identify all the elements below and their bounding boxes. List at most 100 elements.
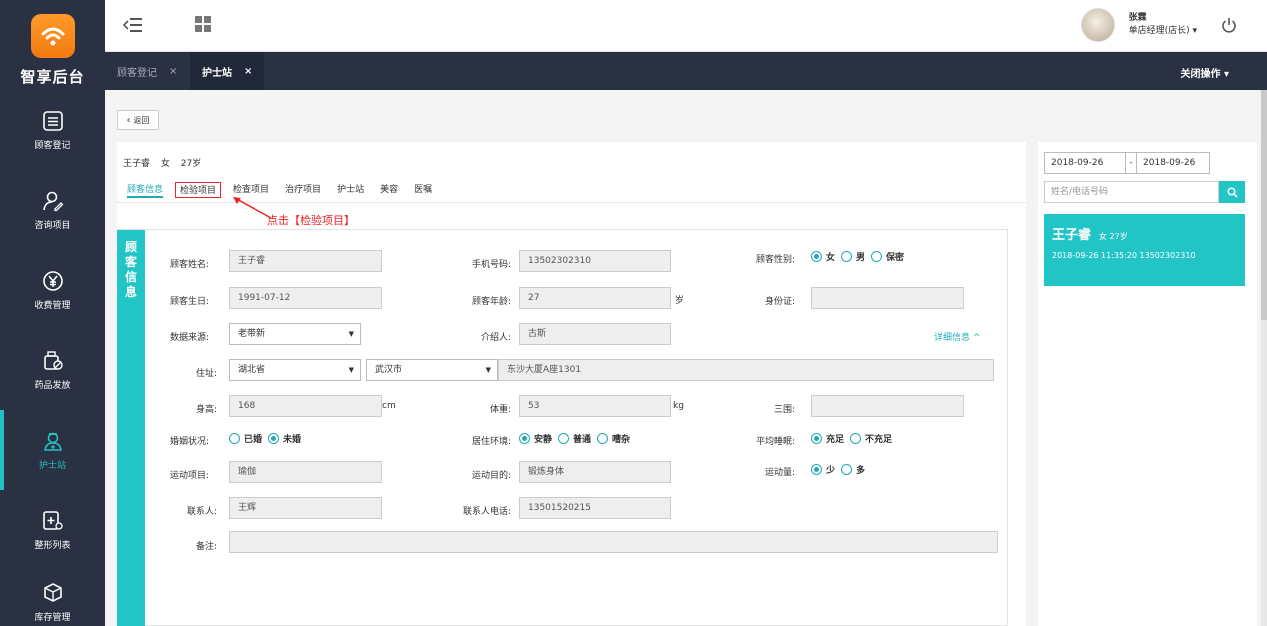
close-icon[interactable]: × bbox=[244, 66, 252, 77]
tab-nurse-station[interactable]: 护士站 × bbox=[190, 52, 265, 90]
annotation-text: 点击【检验项目】 bbox=[267, 214, 355, 227]
patient-panel: 王子睿 女 27岁 顾客信息 检验项目 检查项目 治疗项目 护士站 美容 医嘱 … bbox=[117, 142, 1026, 626]
tab-customer-info[interactable]: 顾客信息 bbox=[127, 182, 164, 198]
close-operations-dropdown[interactable]: 关闭操作 ▾ bbox=[1180, 65, 1229, 80]
customer-info-form: 顾客信息 顾客姓名: 王子睿 手机号码: 13502302310 顾客性别: 女… bbox=[117, 229, 1008, 626]
collapse-menu-icon[interactable] bbox=[122, 16, 143, 37]
user-name: 张霖 bbox=[1128, 13, 1147, 23]
close-icon[interactable]: × bbox=[169, 66, 177, 77]
tab-bar: 顾客登记 × 护士站 × 关闭操作 ▾ bbox=[105, 52, 1267, 90]
env-noisy-radio[interactable]: 嘈杂 bbox=[597, 432, 630, 445]
purpose-input[interactable]: 锻炼身体 bbox=[519, 461, 671, 483]
logo: 智享后台 bbox=[0, 0, 105, 90]
sidebar-item-nurse-station[interactable]: 护士站 bbox=[0, 410, 105, 490]
box-icon bbox=[43, 583, 62, 602]
patient-card[interactable]: 王子睿女 27岁 2018-09-26 11:35:20 13502302310 bbox=[1044, 214, 1245, 286]
tab-beauty[interactable]: 美容 bbox=[380, 182, 398, 198]
user-menu[interactable]: 张霖 单店经理(店长) ▾ bbox=[1080, 8, 1197, 42]
source-select[interactable]: 老带新 ▼ bbox=[229, 323, 361, 345]
search-input[interactable]: 姓名/电话号码 bbox=[1044, 181, 1219, 203]
note-label: 备注: bbox=[195, 542, 217, 552]
age-input[interactable]: 27 bbox=[519, 287, 671, 309]
tab-customer-register[interactable]: 顾客登记 × bbox=[117, 52, 177, 90]
birthday-input[interactable]: 1991-07-12 bbox=[229, 287, 382, 309]
sidebar-item-consult[interactable]: 咨询项目 bbox=[0, 170, 105, 250]
name-input[interactable]: 王子睿 bbox=[229, 250, 382, 272]
height-input[interactable]: 168 bbox=[229, 395, 382, 417]
sleep-enough-radio[interactable]: 充足 bbox=[811, 432, 844, 445]
height-unit: cm bbox=[382, 401, 396, 411]
gender-secret-radio[interactable]: 保密 bbox=[871, 250, 904, 263]
address-input[interactable]: 东沙大厦A座1301 bbox=[498, 359, 994, 381]
search-button[interactable] bbox=[1219, 181, 1245, 203]
gender-male-radio[interactable]: 男 bbox=[841, 250, 865, 263]
province-select[interactable]: 湖北省 ▼ bbox=[229, 359, 361, 381]
note-input[interactable] bbox=[229, 531, 998, 553]
weight-unit: kg bbox=[673, 401, 684, 411]
name-label: 顾客姓名: bbox=[169, 260, 209, 270]
measurements-input[interactable] bbox=[811, 395, 964, 417]
gender-female-radio[interactable]: 女 bbox=[811, 250, 835, 263]
phone-input[interactable]: 13502302310 bbox=[519, 250, 671, 272]
date-separator: - bbox=[1126, 152, 1136, 174]
sidebar-item-billing[interactable]: 收费管理 bbox=[0, 250, 105, 330]
marital-label: 婚姻状况: bbox=[169, 437, 209, 447]
contact-phone-label: 联系人电话: bbox=[462, 507, 511, 517]
user-edit-icon bbox=[42, 191, 63, 211]
gender-label: 顾客性别: bbox=[755, 255, 795, 265]
sidebar-item-label: 收费管理 bbox=[34, 300, 71, 311]
city-select[interactable]: 武汉市 ▼ bbox=[366, 359, 498, 381]
sidebar-item-cosmetic-list[interactable]: 整形列表 bbox=[0, 490, 105, 570]
married-radio[interactable]: 已婚 bbox=[229, 432, 262, 445]
list-icon bbox=[42, 110, 63, 131]
grid-icon[interactable] bbox=[195, 16, 211, 35]
tab-nurse-station[interactable]: 护士站 bbox=[337, 182, 364, 198]
sidebar-item-customer-register[interactable]: 顾客登记 bbox=[0, 90, 105, 170]
search-icon bbox=[1226, 186, 1238, 198]
sidebar-item-label: 库存管理 bbox=[34, 613, 71, 623]
power-icon[interactable] bbox=[1221, 17, 1237, 37]
tab-lab-tests[interactable]: 检验项目 bbox=[175, 182, 222, 198]
user-role: 单店经理(店长) ▾ bbox=[1128, 26, 1197, 36]
sleep-not-enough-radio[interactable]: 不充足 bbox=[850, 432, 892, 445]
content-area: ‹ 返回 王子睿 女 27岁 顾客信息 检验项目 检查项目 治疗项目 护士站 美… bbox=[105, 90, 1267, 626]
patient-name: 王子睿 bbox=[123, 159, 151, 169]
environment-label: 居住环境: bbox=[471, 437, 511, 447]
exercise-amount-radio-group: 少 多 bbox=[811, 463, 871, 476]
unmarried-radio[interactable]: 未婚 bbox=[268, 432, 301, 445]
contact-input[interactable]: 王辉 bbox=[229, 497, 382, 519]
tab-label: 护士站 bbox=[202, 67, 232, 79]
amount-high-radio[interactable]: 多 bbox=[841, 463, 865, 476]
date-from-input[interactable]: 2018-09-26 bbox=[1044, 152, 1126, 174]
sidebar-item-medicine[interactable]: 药品发放 bbox=[0, 330, 105, 410]
patient-list-panel: 2018-09-26 - 2018-09-26 姓名/电话号码 王子睿女 27岁… bbox=[1038, 142, 1257, 626]
tab-treatments[interactable]: 治疗项目 bbox=[285, 182, 321, 198]
sub-tabs: 顾客信息 检验项目 检查项目 治疗项目 护士站 美容 医嘱 bbox=[127, 182, 448, 198]
back-label: 返回 bbox=[133, 115, 150, 125]
gender-radio-group: 女 男 保密 bbox=[811, 250, 910, 263]
weight-input[interactable]: 53 bbox=[519, 395, 671, 417]
env-quiet-radio[interactable]: 安静 bbox=[519, 432, 552, 445]
back-button[interactable]: ‹ 返回 bbox=[117, 110, 159, 130]
nurse-icon bbox=[43, 432, 62, 451]
amount-low-radio[interactable]: 少 bbox=[811, 463, 835, 476]
sidebar-item-inventory[interactable]: 库存管理 bbox=[0, 570, 105, 626]
patient-card-name: 王子睿 bbox=[1052, 228, 1092, 243]
scrollbar-thumb[interactable] bbox=[1261, 90, 1267, 320]
patient-card-subtitle: 2018-09-26 11:35:20 13502302310 bbox=[1052, 251, 1196, 260]
patient-age: 27岁 bbox=[180, 159, 202, 169]
sport-label: 运动项目: bbox=[169, 471, 209, 481]
medicine-icon bbox=[43, 350, 63, 370]
detail-info-link[interactable]: 详细信息 ^ bbox=[934, 330, 980, 343]
id-card-input[interactable] bbox=[811, 287, 964, 309]
plus-user-icon bbox=[42, 510, 63, 530]
yen-icon bbox=[42, 270, 63, 291]
contact-phone-input[interactable]: 13501520215 bbox=[519, 497, 671, 519]
sport-input[interactable]: 瑜伽 bbox=[229, 461, 382, 483]
env-normal-radio[interactable]: 普通 bbox=[558, 432, 591, 445]
referrer-input[interactable]: 古斯 bbox=[519, 323, 671, 345]
tab-medical-orders[interactable]: 医嘱 bbox=[414, 182, 432, 198]
date-to-input[interactable]: 2018-09-26 bbox=[1136, 152, 1210, 174]
app-title: 智享后台 bbox=[20, 68, 85, 86]
height-label: 身高: bbox=[195, 405, 217, 415]
